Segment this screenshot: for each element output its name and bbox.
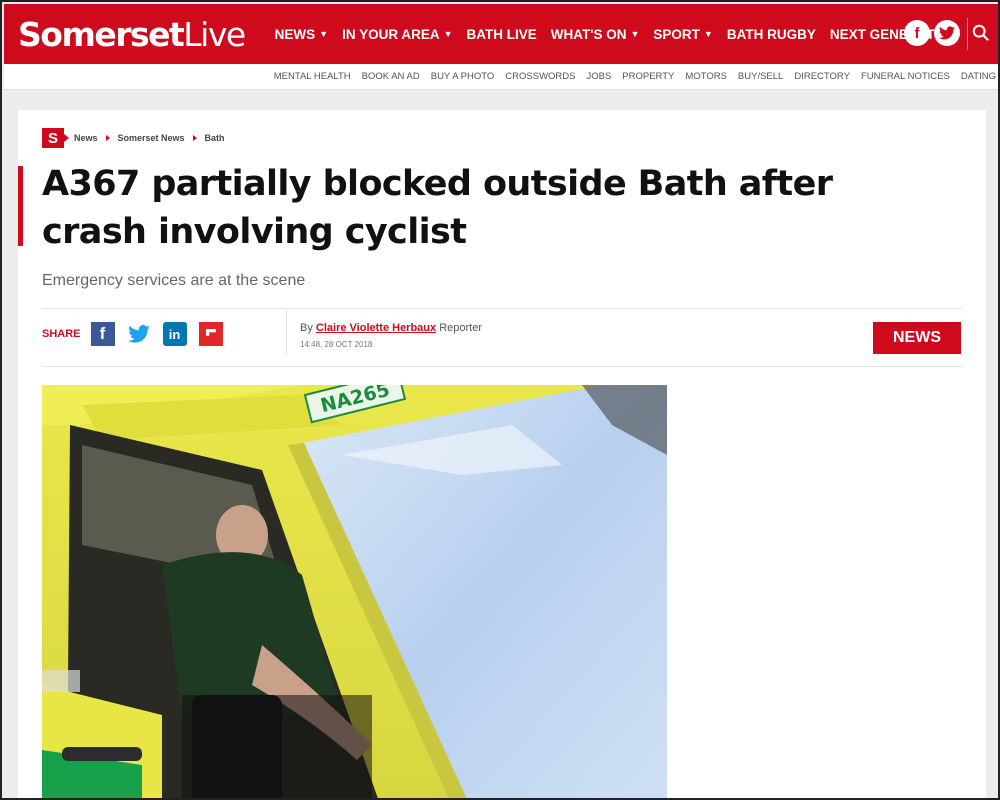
site-header: SomersetLive NEWS ▼ IN YOUR AREA ▼ BATH LI… (4, 4, 998, 64)
article-headline: A367 partially blocked outside Bath afte… (42, 164, 833, 252)
nav-item-bath-live[interactable]: BATH LIVE (467, 27, 537, 42)
chevron-down-icon: ▼ (630, 29, 640, 39)
brand-mark-icon[interactable]: S (42, 128, 69, 148)
nav-item-sport[interactable]: SPORT ▼ (653, 27, 712, 42)
nav-label: BATH LIVE (466, 26, 537, 42)
article-standfirst: Emergency services are at the scene (42, 272, 306, 289)
nav-item-bath-rugby[interactable]: BATH RUGBY (727, 27, 816, 42)
chevron-right-icon (192, 135, 197, 141)
subnav-item-property[interactable]: PROPERTY (622, 71, 674, 82)
subnav-item-buy-sell[interactable]: BUY/SELL (738, 71, 783, 82)
share-label: SHARE (42, 328, 81, 340)
subnav-item-buy-a-photo[interactable]: BUY A PHOTO (431, 71, 495, 82)
hero-image: NA265 (42, 385, 667, 798)
facebook-icon[interactable]: f (90, 322, 115, 346)
twitter-icon[interactable] (934, 20, 960, 46)
author-role: Reporter (439, 322, 482, 334)
author-link[interactable]: Claire Violette Herbaux (316, 322, 436, 334)
twitter-icon[interactable] (127, 322, 151, 346)
subnav-item-motors[interactable]: MOTORS (685, 71, 727, 82)
subnav-item-book-an-ad[interactable]: BOOK AN AD (362, 71, 420, 82)
main-nav: NEWS ▼ IN YOUR AREA ▼ BATH LIVE WHAT'S ON ▼… (275, 27, 973, 42)
share-divider (286, 310, 287, 356)
breadcrumb-bath[interactable]: Bath (205, 133, 225, 143)
share-bar: SHARE f in (42, 322, 235, 346)
breadcrumb: S News Somerset News Bath (42, 128, 225, 148)
sub-nav: MENTAL HEALTH BOOK AN AD BUY A PHOTO CRO… (4, 64, 998, 90)
breadcrumb-news[interactable]: News (74, 133, 98, 143)
nav-item-news[interactable]: NEWS ▼ (275, 27, 328, 42)
subnav-item-dating[interactable]: DATING (961, 71, 996, 82)
linkedin-icon[interactable]: in (162, 322, 187, 346)
subnav-item-directory[interactable]: DIRECTORY (794, 71, 850, 82)
nav-item-in-your-area[interactable]: IN YOUR AREA ▼ (342, 27, 452, 42)
breadcrumb-somerset-news[interactable]: Somerset News (118, 133, 185, 143)
chevron-down-icon: ▼ (443, 29, 453, 39)
logo-somerset: Somerset (18, 14, 185, 54)
nav-label: IN YOUR AREA (342, 26, 440, 42)
byline: By Claire Violette Herbaux Reporter (300, 322, 482, 334)
subnav-item-jobs[interactable]: JOBS (586, 71, 611, 82)
nav-label: WHAT'S ON (550, 26, 627, 42)
chevron-down-icon: ▼ (319, 29, 329, 39)
category-badge[interactable]: NEWS (873, 322, 961, 354)
chevron-down-icon: ▼ (703, 29, 713, 39)
subnav-item-crosswords[interactable]: CROSSWORDS (505, 71, 575, 82)
divider (42, 308, 962, 309)
social-links: f (900, 20, 960, 46)
publish-timestamp: 14:48, 28 OCT 2018 (300, 340, 373, 349)
article-card: S News Somerset News Bath A367 partially… (18, 110, 986, 798)
nav-item-whats-on[interactable]: WHAT'S ON ▼ (551, 27, 640, 42)
logo-live: Live (183, 14, 246, 54)
divider (42, 366, 962, 367)
search-icon[interactable] (972, 24, 992, 44)
subnav-item-funeral-notices[interactable]: FUNERAL NOTICES (861, 71, 950, 82)
facebook-icon[interactable]: f (904, 20, 930, 46)
browser-frame: SomersetLive NEWS ▼ IN YOUR AREA ▼ BATH LI… (0, 0, 1000, 800)
site-logo[interactable]: SomersetLive (18, 14, 246, 54)
headline-accent-bar (18, 166, 23, 246)
header-divider (967, 18, 968, 50)
nav-label: SPORT (653, 26, 700, 42)
flipboard-icon[interactable] (198, 322, 223, 346)
nav-label: BATH RUGBY (726, 26, 816, 42)
chevron-right-icon (105, 135, 110, 141)
nav-label: NEWS (274, 26, 316, 42)
byline-prefix: By (300, 322, 313, 334)
subnav-item-mental-health[interactable]: MENTAL HEALTH (274, 71, 351, 82)
